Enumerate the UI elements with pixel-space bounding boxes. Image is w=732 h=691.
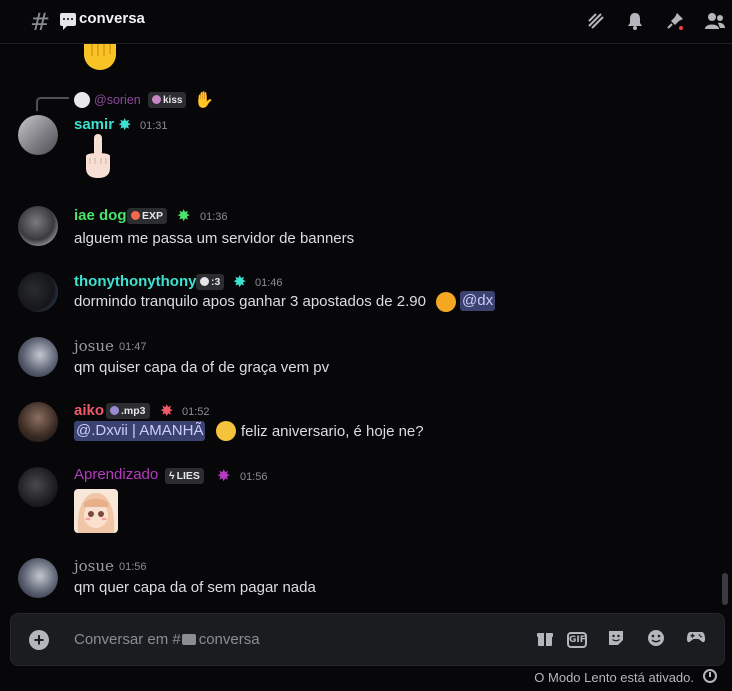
reply-connector (36, 97, 69, 111)
star-badge-icon: ✸ (118, 115, 132, 134)
star-badge-icon: ✸ (160, 401, 174, 420)
avatar[interactable] (18, 467, 58, 507)
avatar[interactable] (18, 558, 58, 598)
reply-tag: kiss (148, 92, 187, 108)
message-text: qm quer capa da of sem pagar nada (74, 579, 316, 596)
message-aprendizado[interactable]: Aprendizado ϟ LIES ✸ 01:56 (0, 465, 718, 543)
message-text: feliz aniversario, é hoje ne? (241, 423, 424, 440)
speech-bubble-icon (181, 634, 196, 645)
message-text: alguem me passa um servidor de banners (74, 230, 355, 247)
members-icon[interactable] (704, 11, 726, 33)
message-josue[interactable]: josue 01:47 qm quiser capa da of de graç… (0, 335, 718, 389)
timestamp: 01:52 (182, 406, 210, 418)
avatar[interactable] (18, 402, 58, 442)
message-text: dormindo tranquilo apos ganhar 3 apostad… (74, 293, 426, 310)
message-aiko[interactable]: aiko .mp3 ✸ 01:52 @.Dxvii | AMANHÃ feliz… (0, 400, 718, 454)
message-iae-dog[interactable]: iae dog EXP ✸ 01:36 alguem me passa um s… (0, 204, 718, 258)
gift-icon[interactable] (534, 629, 556, 651)
timestamp: 01:46 (255, 277, 283, 289)
user-tag: :3 (196, 274, 225, 290)
message-thonythonythony[interactable]: thonythonythony :3 ✸ 01:46 dormindo tran… (0, 270, 718, 324)
star-badge-icon: ✸ (177, 206, 191, 225)
user-tag: ϟ LIES (165, 468, 204, 484)
middle-finger-emoji (82, 132, 114, 180)
avatar[interactable] (18, 115, 58, 155)
scrollbar-thumb[interactable] (722, 573, 728, 605)
star-badge-icon: ✸ (233, 272, 247, 291)
author-name[interactable]: iae dog (74, 207, 127, 224)
timestamp: 01:56 (119, 561, 147, 573)
timestamp: 01:56 (240, 471, 268, 483)
party-face-emoji (216, 421, 236, 441)
timestamp: 01:47 (119, 341, 147, 353)
timestamp: 01:31 (140, 120, 168, 132)
channel-name: conversa (79, 10, 145, 27)
yawning-face-emoji (436, 292, 456, 312)
reply-avatar[interactable] (74, 92, 90, 108)
pin-icon[interactable] (664, 11, 686, 33)
reply-author[interactable]: @sorien (94, 93, 141, 107)
author-name[interactable]: samir (74, 116, 114, 133)
star-badge-icon: ✸ (217, 466, 231, 485)
author-name[interactable]: Aprendizado (74, 466, 158, 483)
hash-icon: # (30, 8, 51, 36)
avatar[interactable] (18, 206, 58, 246)
channel-header: # conversa (0, 0, 732, 44)
sticker-icon[interactable] (605, 629, 627, 651)
message-josue-2[interactable]: josue 01:56 qm quer capa da of sem pagar… (0, 556, 718, 610)
author-name[interactable]: thonythonythony (74, 273, 196, 290)
avatar[interactable] (18, 272, 58, 312)
author-name[interactable]: josue (74, 337, 114, 355)
slowmode-notice: O Modo Lento está ativado. (534, 670, 694, 685)
user-tag: .mp3 (106, 403, 150, 419)
emoji-icon[interactable] (645, 629, 667, 651)
gif-icon[interactable]: GIF (567, 632, 587, 648)
timer-icon (703, 669, 717, 683)
message-text: qm quiser capa da of de graça vem pv (74, 359, 330, 376)
threads-icon[interactable] (585, 11, 607, 33)
author-name[interactable]: josue (74, 557, 114, 575)
bell-icon[interactable] (624, 11, 646, 33)
composer-placeholder[interactable]: Conversar em # conversa (74, 631, 260, 648)
user-mention[interactable]: @.Dxvii | AMANHÃ (74, 421, 206, 441)
speech-bubble-icon (60, 13, 76, 30)
avatar[interactable] (18, 337, 58, 377)
add-attachment-icon[interactable]: + (29, 630, 49, 650)
unread-dot (677, 24, 685, 32)
message-samir[interactable]: @sorien kiss ✋ samir ✸ 01:31 (0, 88, 718, 192)
user-mention[interactable]: @dx (460, 291, 496, 311)
message-composer[interactable]: + Conversar em # conversa GIF (10, 613, 725, 666)
author-name[interactable]: aiko (74, 402, 104, 419)
gamepad-icon[interactable] (685, 629, 707, 651)
anime-girl-sticker[interactable] (74, 489, 118, 533)
user-tag: EXP (127, 208, 168, 224)
reply-hand-emoji: ✋ (194, 90, 214, 109)
timestamp: 01:36 (200, 211, 228, 223)
previous-message-emoji (82, 44, 118, 70)
